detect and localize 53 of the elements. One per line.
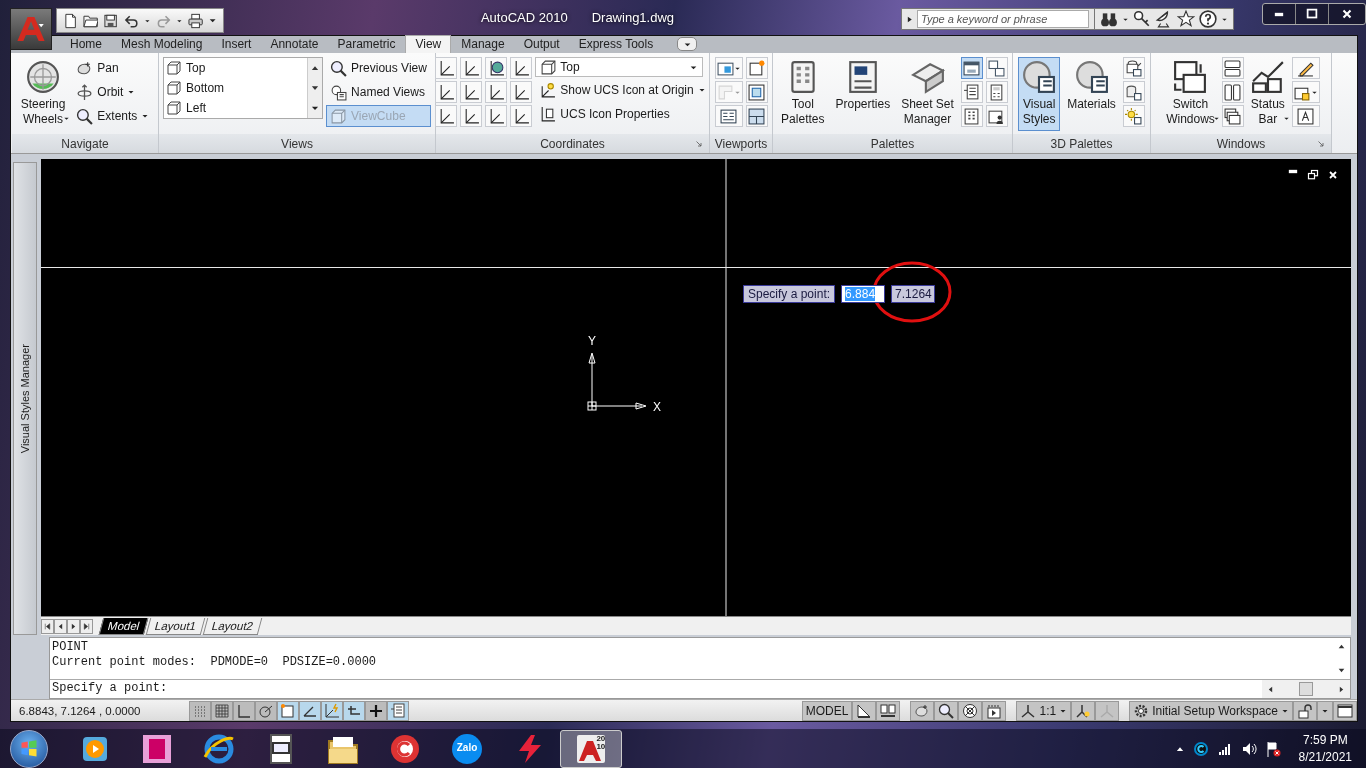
layout-tab[interactable]: Model	[98, 617, 149, 635]
ribbon-button[interactable]: Orbit	[72, 81, 154, 104]
panel-title: Palettes	[870, 136, 915, 151]
list-item[interactable]: Left	[164, 98, 308, 119]
palette-title: Visual Styles Manager	[19, 343, 31, 454]
panel-title: Windows	[1216, 136, 1266, 151]
command-input[interactable]: Specify a point:	[50, 680, 1262, 699]
ribbon-tab[interactable]: Home	[61, 36, 111, 54]
ribbon-button[interactable]: Named Views	[326, 81, 431, 104]
ribbon-button[interactable]: UCS Icon Properties	[535, 103, 710, 126]
workspace-button[interactable]: Initial Setup Workspace	[1129, 700, 1293, 721]
ribbon-tab[interactable]: Annotate	[261, 36, 328, 54]
axis-label: X	[653, 401, 661, 414]
list-item[interactable]: Bottom	[164, 78, 308, 99]
list-item[interactable]: Top	[164, 58, 308, 79]
command-history-line: POINT	[52, 640, 89, 656]
ribbon-tab[interactable]: View	[405, 35, 452, 54]
search-field[interactable]: Type a keyword or phrase	[917, 10, 1089, 28]
ribbon-button[interactable]: Switch Windows	[1162, 57, 1219, 132]
axis-label: Y	[588, 335, 596, 348]
app-title: AutoCAD 2010	[480, 10, 568, 25]
cad-app-icon[interactable]: 2010	[575, 732, 607, 765]
ribbon-button[interactable]: Extents	[72, 105, 154, 128]
panel-title: Views	[281, 136, 313, 151]
ribbon-button[interactable]: Sheet Set Manager	[897, 57, 958, 132]
ribbon-button[interactable]: Status Bar	[1246, 57, 1289, 132]
ribbon-tab[interactable]: Parametric	[328, 36, 405, 54]
ribbon-tab[interactable]: Express Tools	[569, 36, 663, 54]
annotation-scale-button[interactable]: 1:1	[1016, 700, 1072, 721]
ribbon-button[interactable]: Steering Wheels	[16, 57, 70, 132]
document-title: Drawing1.dwg	[591, 10, 675, 25]
ribbon-button[interactable]: Tool Palettes	[777, 57, 829, 132]
ribbon-tab[interactable]: Mesh Modeling	[112, 36, 212, 54]
panel-title: Navigate	[61, 136, 109, 151]
ribbon-button[interactable]: Show UCS Icon at Origin	[535, 79, 710, 102]
ribbon-button[interactable]: Properties	[831, 57, 895, 132]
ribbon-tab[interactable]: Insert	[212, 36, 261, 54]
y-coordinate-field[interactable]: 7.1264	[891, 285, 936, 304]
ribbon-tab[interactable]: Manage	[452, 36, 514, 54]
ribbon-button[interactable]: Materials	[1063, 57, 1120, 132]
ribbon-button[interactable]: Visual Styles	[1018, 57, 1061, 132]
command-history-line: Current point modes: PDMODE=0 PDSIZE=0.0000	[52, 655, 378, 671]
ribbon-button[interactable]: Pan	[72, 57, 154, 80]
view-dropdown[interactable]: Top	[535, 57, 704, 78]
panel-title: Viewports	[714, 136, 768, 151]
input-prompt: Specify a point:	[743, 285, 836, 304]
panel-title: Coordinates	[540, 136, 605, 151]
ribbon-tab[interactable]: Output	[514, 36, 569, 54]
ribbon-button[interactable]: Previous View	[326, 57, 431, 80]
coordinate-readout: 6.8843, 7.1264 , 0.0000	[18, 704, 142, 717]
panel-title: 3D Palettes	[1050, 136, 1113, 151]
clock[interactable]: 7:59 PM 8/21/2021	[1298, 731, 1352, 766]
model-space-button[interactable]: MODEL	[801, 700, 853, 721]
